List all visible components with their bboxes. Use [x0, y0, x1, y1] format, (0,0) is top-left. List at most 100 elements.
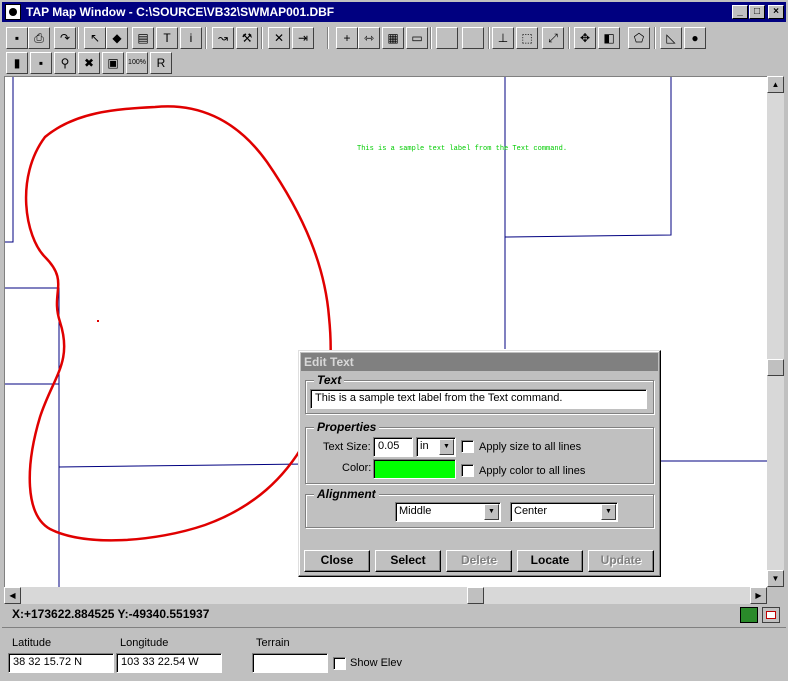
info-icon[interactable]: i [180, 27, 202, 49]
grid-icon[interactable]: ▦ [382, 27, 404, 49]
close-button[interactable]: Close [304, 550, 370, 572]
zoom-box-icon[interactable]: ⬚ [516, 27, 538, 49]
chevron-down-icon[interactable]: ▼ [601, 504, 616, 520]
show-elev-checkbox[interactable] [333, 657, 346, 670]
toolbar-separator [430, 27, 432, 49]
axis-icon[interactable]: ⊥ [492, 27, 514, 49]
chevron-down-icon[interactable]: ▼ [439, 439, 454, 455]
wrench-icon[interactable]: ⚒ [236, 27, 258, 49]
scroll-up-icon[interactable]: ▲ [767, 76, 784, 93]
maximize-button[interactable]: □ [749, 5, 765, 19]
window-title: TAP Map Window - C:\SOURCE\VB32\SWMAP001… [26, 5, 335, 19]
scroll-right-icon[interactable]: ▶ [750, 587, 767, 604]
locate-button[interactable]: Locate [517, 550, 583, 572]
scroll-left-icon[interactable]: ◀ [4, 587, 21, 604]
update-button[interactable]: Update [588, 550, 654, 572]
apply-size-checkbox[interactable] [461, 440, 474, 453]
r-icon[interactable]: R [150, 52, 172, 74]
pan-icon[interactable]: ✥ [574, 27, 596, 49]
secondary-toolbar: ▮ ▪ ⚲ ✖ ▣ 100% R [2, 50, 786, 76]
map-text-label: This is a sample text label from the Tex… [357, 145, 567, 153]
status-bar: Latitude 38 32 15.72 N Longitude 103 33 … [2, 627, 786, 679]
color-swatch[interactable] [373, 459, 456, 479]
toolbar-separator [327, 27, 329, 49]
text-tool-icon[interactable]: T [156, 27, 178, 49]
blank2-icon[interactable] [462, 27, 484, 49]
document-icon[interactable]: ▭ [406, 27, 428, 49]
cursor-coordinates: X:+173622.884525 Y:-49340.551937 [12, 607, 210, 621]
shapes-icon[interactable]: ◆ [106, 27, 128, 49]
terrain-label: Terrain [256, 637, 290, 649]
app-icon[interactable] [5, 4, 21, 20]
title-bar: TAP Map Window - C:\SOURCE\VB32\SWMAP001… [2, 2, 786, 22]
scroll-down-icon[interactable]: ▼ [767, 570, 784, 587]
zoom-100-icon[interactable]: 100% [126, 52, 148, 74]
tap-map-window: TAP Map Window - C:\SOURCE\VB32\SWMAP001… [0, 0, 788, 681]
apply-size-label: Apply size to all lines [479, 441, 582, 453]
dialog-title: Edit Text [301, 353, 658, 371]
save-icon[interactable]: ▪ [6, 27, 28, 49]
unit-select[interactable]: in ▼ [416, 437, 456, 457]
apply-color-checkbox[interactable] [461, 464, 474, 477]
text-group: Text This is a sample text label from th… [305, 373, 654, 414]
print-icon[interactable]: ⎙ [28, 27, 50, 49]
delete-icon[interactable]: ✖ [78, 52, 100, 74]
latitude-field[interactable]: 38 32 15.72 N [8, 653, 114, 673]
show-elev-label: Show Elev [350, 657, 402, 669]
expand-icon[interactable]: ⤢ [542, 27, 564, 49]
boundary-line [5, 77, 14, 243]
vertical-align-value: Middle [399, 505, 432, 517]
boundary-line [5, 287, 60, 587]
horizontal-align-value: Center [514, 505, 548, 517]
text-size-label: Text Size: [323, 441, 371, 453]
longitude-label: Longitude [120, 637, 169, 649]
label-text-input[interactable]: This is a sample text label from the Tex… [310, 389, 647, 409]
color-wheel-icon[interactable]: ● [684, 27, 706, 49]
terrain-icon[interactable]: ▣ [102, 52, 124, 74]
overlay-icon[interactable]: ◧ [598, 27, 620, 49]
horizontal-scrollbar[interactable]: ◀ ▶ [4, 587, 767, 604]
vertical-scroll-thumb[interactable] [767, 359, 784, 376]
vertical-align-select[interactable]: Middle ▼ [395, 502, 501, 522]
center-point [97, 320, 99, 322]
properties-group-title: Properties [314, 420, 380, 434]
red-outline-shape [24, 105, 332, 542]
unit-value: in [420, 440, 429, 452]
text-group-title: Text [314, 373, 345, 387]
alignment-group-title: Alignment [314, 487, 379, 501]
route-icon[interactable]: ↝ [212, 27, 234, 49]
terrain-status-icon[interactable] [740, 607, 758, 623]
terrain-field[interactable] [252, 653, 328, 673]
polygon-icon[interactable]: ⬠ [628, 27, 650, 49]
blank1-icon[interactable] [436, 27, 458, 49]
vertical-scrollbar[interactable]: ▲ ▼ [767, 76, 784, 587]
properties-group: Properties Text Size: 0.05 in ▼ Apply si… [305, 420, 654, 484]
print-status-icon[interactable] [762, 607, 780, 623]
boundary-line [58, 463, 306, 468]
select-button[interactable]: Select [375, 550, 441, 572]
horizontal-align-select[interactable]: Center ▼ [510, 502, 618, 522]
small-map-icon[interactable]: ▪ [30, 52, 52, 74]
exit-icon[interactable]: ⇥ [292, 27, 314, 49]
cross-icon[interactable]: ✕ [268, 27, 290, 49]
magnifier-icon[interactable]: ⚲ [54, 52, 76, 74]
toolbar-separator [205, 27, 207, 49]
map-green-icon[interactable]: ▮ [6, 52, 28, 74]
minimize-button[interactable]: _ [732, 5, 748, 19]
edit-text-dialog: Edit Text Text This is a sample text lab… [298, 350, 661, 577]
delete-button[interactable]: Delete [446, 550, 512, 572]
toolbar-separator [568, 27, 570, 49]
toolbar-separator [261, 27, 263, 49]
toolbar-separator [77, 27, 79, 49]
pointer-icon[interactable]: ↖ [84, 27, 106, 49]
close-window-button[interactable]: × [768, 5, 784, 19]
horizontal-scroll-thumb[interactable] [467, 587, 484, 604]
add-icon[interactable]: + [336, 27, 358, 49]
chevron-down-icon[interactable]: ▼ [484, 504, 499, 520]
layers-icon[interactable]: ▤ [132, 27, 154, 49]
redo-arrow-icon[interactable]: ↷ [54, 27, 76, 49]
text-size-input[interactable]: 0.05 [373, 437, 413, 457]
longitude-field[interactable]: 103 33 22.54 W [116, 653, 222, 673]
profile-icon[interactable]: ◺ [660, 27, 682, 49]
measure-icon[interactable]: ⇿ [358, 27, 380, 49]
